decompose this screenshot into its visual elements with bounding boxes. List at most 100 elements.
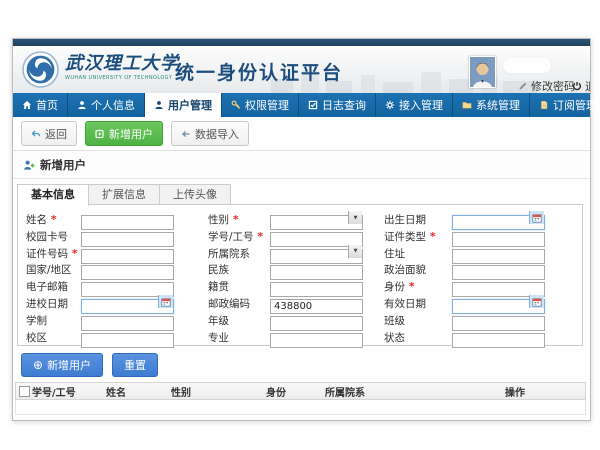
- field-label-department: 所属院系: [208, 246, 250, 261]
- platform-title: 统一身份认证平台: [175, 58, 343, 85]
- nav-tab-profile[interactable]: 个人信息: [68, 93, 145, 117]
- field-label-name: 姓名 *: [26, 212, 57, 227]
- calendar-icon[interactable]: [158, 295, 173, 308]
- field-country-region: [81, 260, 174, 275]
- nav-tab-access-management[interactable]: 接入管理: [376, 93, 453, 117]
- logout-label: 退出: [585, 78, 590, 93]
- nav-tab-system-management[interactable]: 系统管理: [453, 93, 530, 117]
- nav-tab-subscription-management[interactable]: 订阅管理: [530, 93, 600, 117]
- field-status: [452, 328, 545, 343]
- field-label-email: 电子邮箱: [26, 279, 68, 294]
- field-birth-date: [452, 210, 545, 225]
- nav-tab-label: 首页: [36, 97, 58, 113]
- field-label-birth-date: 出生日期: [384, 212, 426, 227]
- field-label-id-number: 证件号码 *: [26, 246, 78, 261]
- field-edu-length: [81, 311, 174, 326]
- data-import-label: 数据导入: [195, 126, 239, 142]
- field-label-native-place: 籍贯: [208, 279, 229, 294]
- form-tabs: 基本信息 扩展信息 上传头像: [17, 184, 231, 206]
- power-icon: [572, 81, 582, 91]
- gear-icon: [385, 100, 395, 110]
- select-all-checkbox[interactable]: [19, 386, 30, 397]
- nav-tab-label: 日志查询: [322, 97, 366, 113]
- field-label-postal-code: 邮政编码: [208, 296, 250, 311]
- nav-tab-home[interactable]: 首页: [13, 93, 68, 117]
- add-user-icon: [95, 129, 105, 139]
- logout-link[interactable]: 退出: [572, 78, 590, 93]
- dropdown-arrow-icon[interactable]: ▼: [348, 211, 362, 224]
- back-button[interactable]: 返回: [21, 121, 77, 146]
- university-logo-icon: [22, 51, 59, 88]
- plus-circle-icon: ⊕: [33, 359, 43, 371]
- field-label-class: 班级: [384, 313, 405, 328]
- user-icon: [77, 100, 87, 110]
- add-user-toolbar-label: 新增用户: [109, 126, 153, 142]
- required-asterisk: *: [405, 280, 415, 293]
- field-enroll-date: [81, 294, 174, 309]
- field-campus-card: [81, 227, 174, 242]
- field-name: [81, 210, 174, 225]
- nav-tab-label: 系统管理: [476, 97, 520, 113]
- field-label-status: 状态: [384, 330, 405, 345]
- field-valid-date: [452, 294, 545, 309]
- field-label-grade: 年级: [208, 313, 229, 328]
- tab-basic-info[interactable]: 基本信息: [17, 184, 89, 206]
- university-name-cn: 武汉理工大学: [65, 54, 179, 74]
- column-header-4: 所属院系: [325, 384, 505, 399]
- field-postal-code: [270, 294, 363, 309]
- submit-add-user-button[interactable]: ⊕ 新增用户: [21, 353, 103, 377]
- nav-tab-permission-management[interactable]: 权限管理: [222, 93, 299, 117]
- change-password-label: 修改密码: [531, 78, 575, 93]
- university-name-block: 武汉理工大学 WUHAN UNIVERSITY OF TECHNOLOGY: [65, 54, 179, 81]
- field-address: [452, 244, 545, 259]
- nav-tab-user-management[interactable]: 用户管理: [145, 93, 222, 117]
- input-campus[interactable]: [81, 333, 174, 348]
- field-gender: ▼: [270, 210, 363, 225]
- app-window: 武汉理工大学 WUHAN UNIVERSITY OF TECHNOLOGY 统一…: [12, 38, 591, 421]
- field-native-place: [270, 277, 363, 292]
- field-label-country-region: 国家/地区: [26, 262, 72, 277]
- calendar-icon[interactable]: [529, 295, 544, 308]
- tab-extended-info[interactable]: 扩展信息: [89, 184, 160, 206]
- nav-tab-label: 接入管理: [399, 97, 443, 113]
- form-grid: 姓名 *性别 *▼出生日期校园卡号学号/工号 *证件类型 *证件号码 *所属院系…: [17, 204, 583, 346]
- field-id-number: [81, 244, 174, 259]
- form-actions: ⊕ 新增用户 重置: [21, 353, 158, 377]
- add-user-toolbar-button[interactable]: 新增用户: [85, 121, 163, 146]
- reset-button[interactable]: 重置: [112, 353, 158, 377]
- nav-tab-label: 用户管理: [168, 97, 212, 113]
- field-class: [452, 311, 545, 326]
- field-label-political-status: 政治面貌: [384, 262, 426, 277]
- column-header-2: 性别: [171, 384, 266, 399]
- field-major: [270, 328, 363, 343]
- required-asterisk: *: [426, 230, 436, 243]
- field-label-valid-date: 有效日期: [384, 296, 426, 311]
- field-label-identity: 身份 *: [384, 279, 415, 294]
- input-major[interactable]: [270, 333, 363, 348]
- dropdown-arrow-icon[interactable]: ▼: [348, 245, 362, 258]
- change-password-link[interactable]: 修改密码: [518, 78, 575, 93]
- calendar-icon[interactable]: [529, 211, 544, 224]
- submit-add-user-label: 新增用户: [47, 357, 91, 373]
- table-header-row: 学号/工号姓名性别身份所属院系操作: [15, 382, 586, 400]
- university-name-en: WUHAN UNIVERSITY OF TECHNOLOGY: [65, 75, 179, 81]
- field-campus: [81, 328, 174, 343]
- input-status[interactable]: [452, 333, 545, 348]
- required-asterisk: *: [254, 230, 264, 243]
- top-navy-strip: [13, 39, 590, 46]
- column-header-5: 操作: [505, 384, 585, 399]
- nav-tab-log-query[interactable]: 日志查询: [299, 93, 376, 117]
- field-label-student-id: 学号/工号 *: [208, 229, 263, 244]
- data-import-button[interactable]: 数据导入: [171, 121, 249, 146]
- nav-bar: 首页个人信息用户管理权限管理日志查询接入管理系统管理订阅管理: [13, 93, 590, 117]
- back-arrow-icon: [31, 129, 41, 139]
- field-identity: [452, 277, 545, 292]
- folder-icon: [462, 100, 472, 110]
- field-label-id-type: 证件类型 *: [384, 229, 436, 244]
- tab-upload-avatar[interactable]: 上传头像: [160, 184, 231, 206]
- field-label-edu-length: 学制: [26, 313, 47, 328]
- field-label-address: 住址: [384, 246, 405, 261]
- field-label-enroll-date: 进校日期: [26, 296, 68, 311]
- required-asterisk: *: [229, 213, 239, 226]
- pencil-icon: [518, 81, 528, 91]
